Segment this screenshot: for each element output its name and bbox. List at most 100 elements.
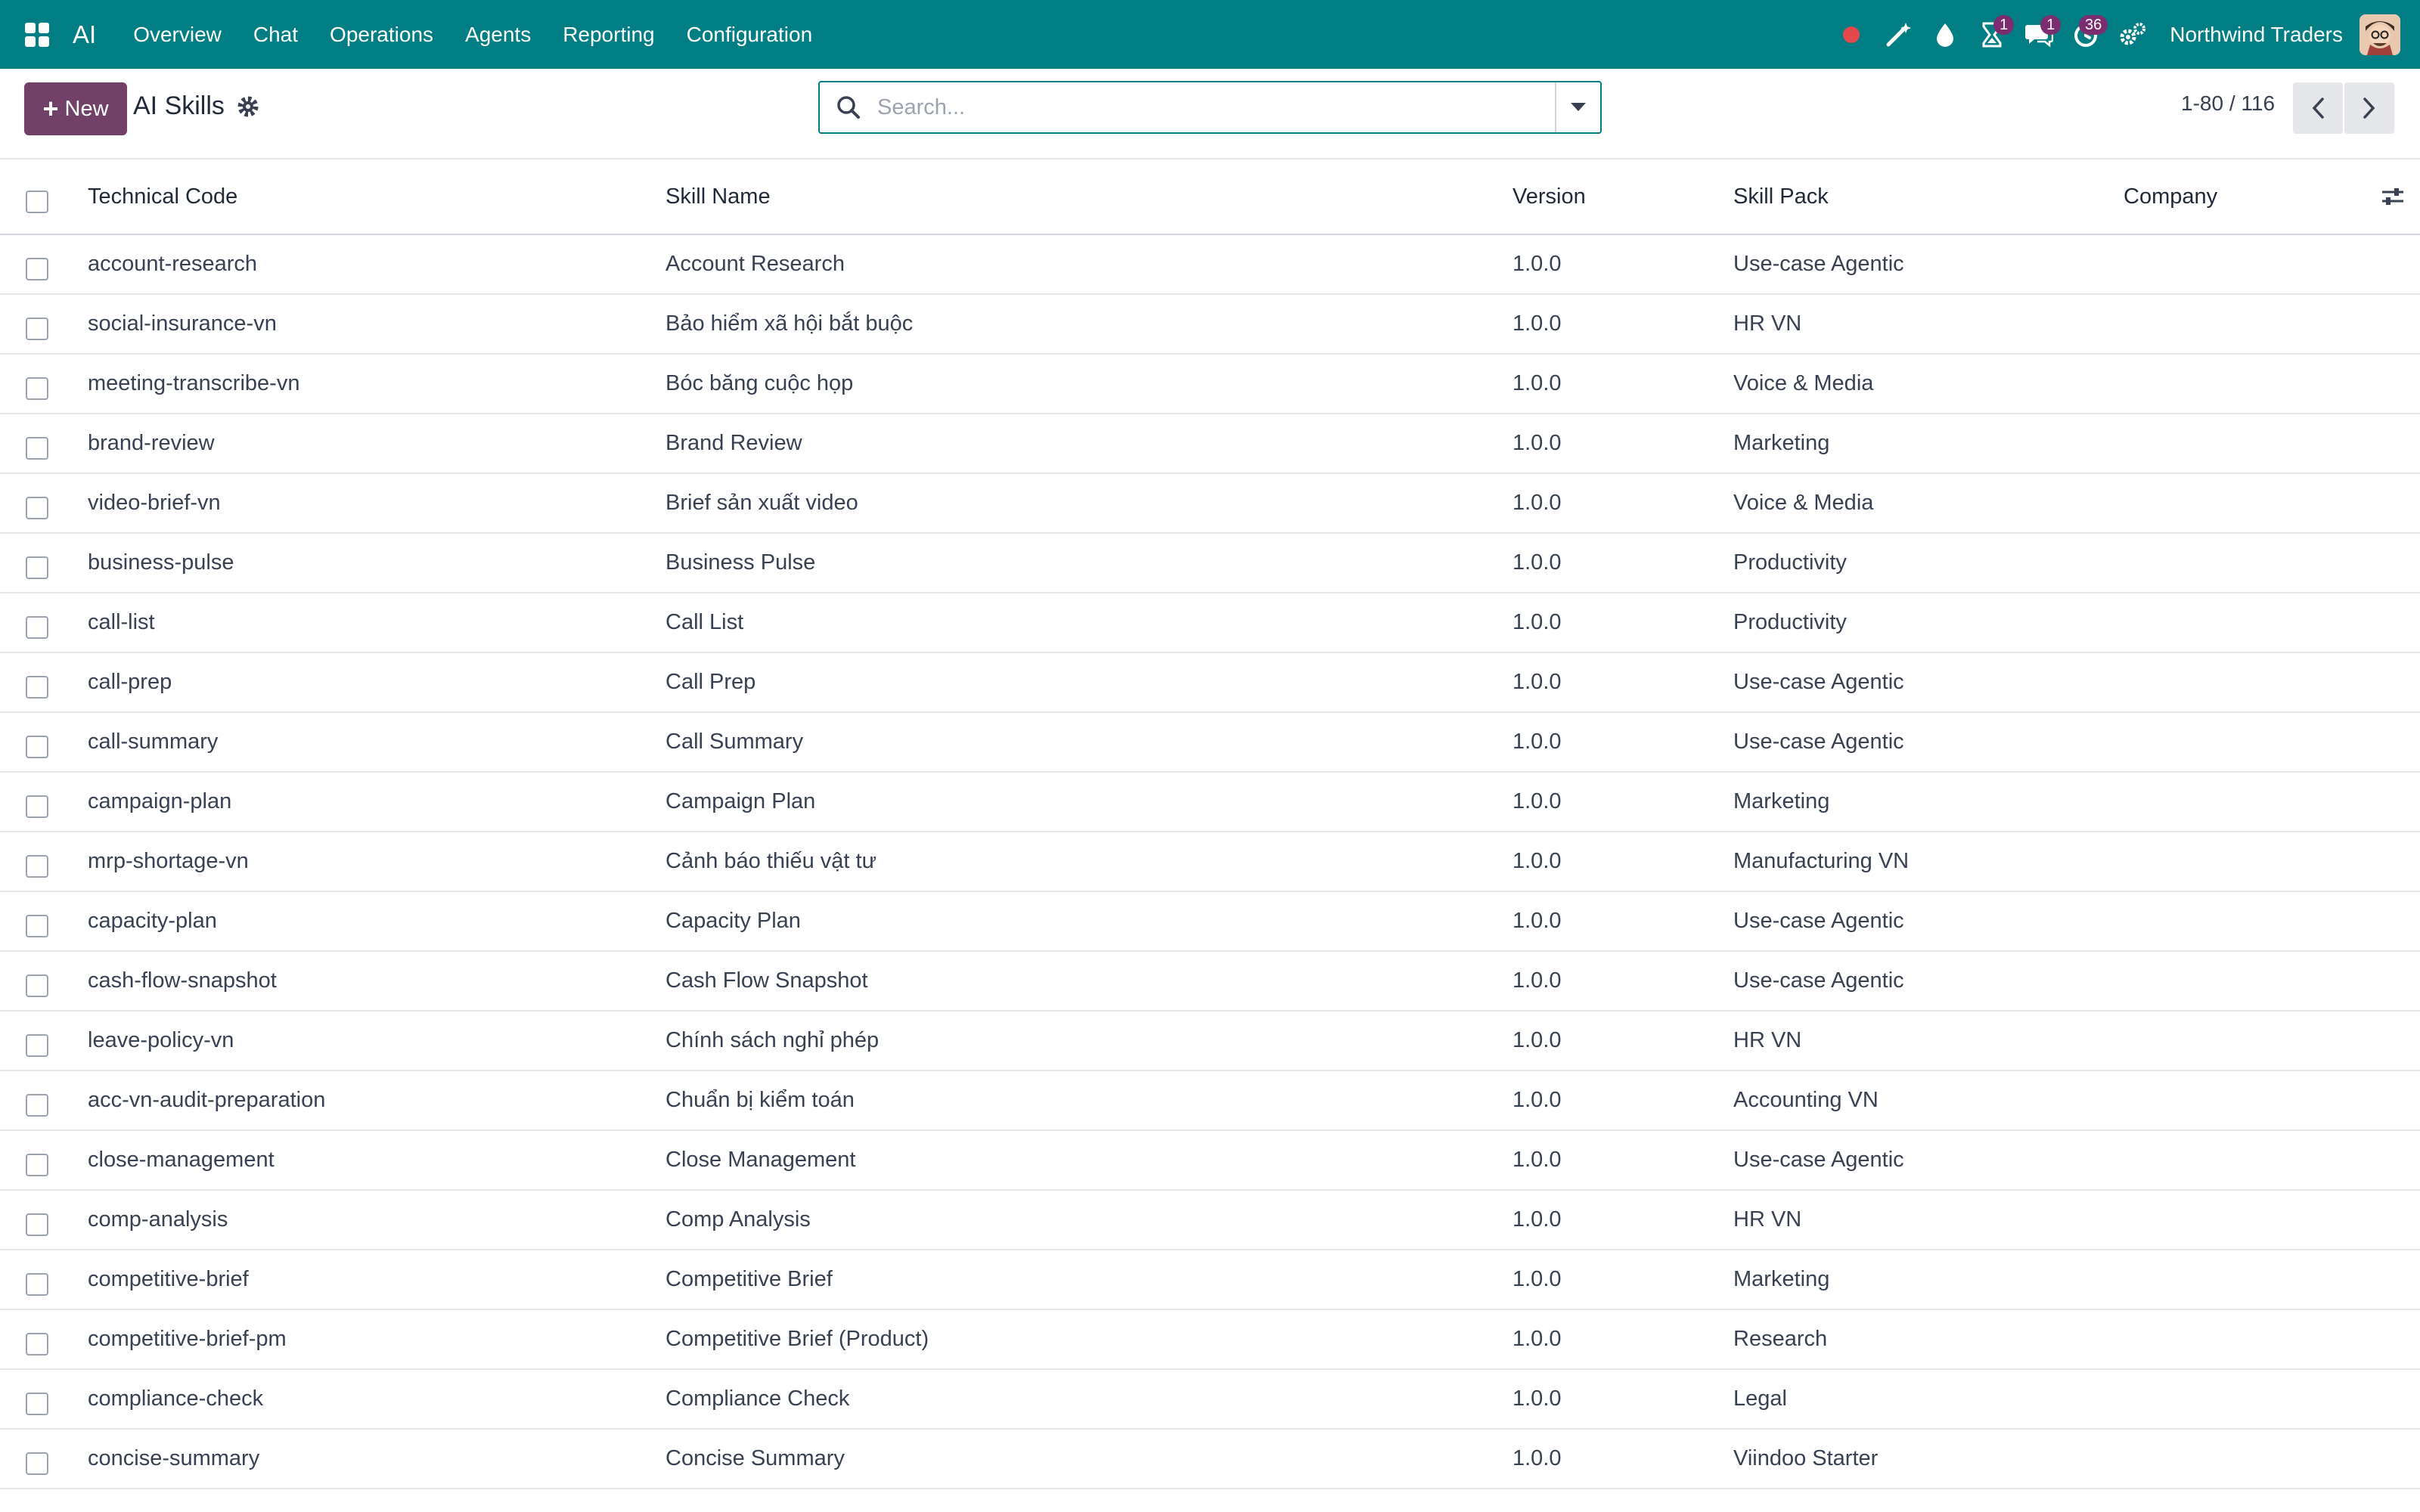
row-checkbox[interactable] xyxy=(26,317,48,340)
table-row[interactable]: competitive-brief-pm Competitive Brief (P… xyxy=(0,1310,2420,1370)
row-checkbox[interactable] xyxy=(26,1153,48,1176)
activities-hourglass-icon[interactable]: 1 xyxy=(1969,12,2015,57)
cell-skill-pack: Use-case Agentic xyxy=(1733,730,1904,754)
table-row[interactable]: compliance-check Compliance Check 1.0.0 Leg… xyxy=(0,1370,2420,1430)
cell-technical-code: brand-review xyxy=(88,431,215,455)
apps-menu-icon[interactable] xyxy=(18,16,56,54)
row-checkbox[interactable] xyxy=(26,1213,48,1236)
cell-skill-pack: Manufacturing VN xyxy=(1733,849,1910,873)
main-menu: Overview Chat Operations Agents Reportin… xyxy=(117,23,828,47)
row-checkbox[interactable] xyxy=(26,1272,48,1296)
table-row[interactable]: meeting-transcribe-vn Bóc băng cuộc họp 1.… xyxy=(0,355,2420,414)
cell-skill-pack: HR VN xyxy=(1733,311,1802,336)
cell-skill-pack: Voice & Media xyxy=(1733,491,1874,515)
menu-item-chat[interactable]: Chat xyxy=(237,23,314,47)
cell-technical-code: social-insurance-vn xyxy=(88,311,277,336)
table-row[interactable]: leave-policy-vn Chính sách nghỉ phép 1.0.0… xyxy=(0,1012,2420,1071)
cell-skill-name: Chính sách nghỉ phép xyxy=(666,1028,880,1052)
drop-icon[interactable] xyxy=(1922,12,1969,57)
cell-technical-code: close-management xyxy=(88,1148,275,1172)
row-checkbox[interactable] xyxy=(26,735,48,758)
control-panel: + New AI Skills 1-80 / 116 xyxy=(0,69,2420,160)
row-checkbox[interactable] xyxy=(26,1452,48,1475)
row-checkbox[interactable] xyxy=(26,615,48,639)
page-title: AI Skills xyxy=(133,91,225,120)
row-checkbox[interactable] xyxy=(26,1332,48,1356)
row-checkbox[interactable] xyxy=(26,1093,48,1117)
magic-wand-icon[interactable] xyxy=(1875,12,1922,57)
table-row[interactable]: comp-analysis Comp Analysis 1.0.0 HR VN xyxy=(0,1191,2420,1250)
cell-version: 1.0.0 xyxy=(1512,371,1562,395)
app-brand[interactable]: AI xyxy=(73,20,96,49)
user-avatar[interactable] xyxy=(2360,14,2400,55)
row-checkbox[interactable] xyxy=(26,795,48,818)
row-checkbox[interactable] xyxy=(26,974,48,997)
cell-skill-pack: Productivity xyxy=(1733,550,1847,575)
cell-version: 1.0.0 xyxy=(1512,1446,1562,1470)
cell-skill-pack: Viindoo Starter xyxy=(1733,1446,1879,1470)
cell-skill-name: Comp Analysis xyxy=(666,1207,811,1232)
cell-skill-pack: HR VN xyxy=(1733,1028,1802,1052)
gear-icon[interactable] xyxy=(236,94,260,119)
table-row[interactable]: mrp-shortage-vn Cảnh báo thiếu vật tư 1.0.… xyxy=(0,832,2420,892)
row-checkbox[interactable] xyxy=(26,1033,48,1057)
recording-dot-icon[interactable] xyxy=(1828,12,1875,57)
row-checkbox[interactable] xyxy=(26,257,48,280)
table-row[interactable]: competitive-brief Competitive Brief 1.0.0 M… xyxy=(0,1250,2420,1310)
cell-skill-name: Close Management xyxy=(666,1148,856,1172)
optional-columns-sliders-icon[interactable] xyxy=(2381,160,2405,234)
search-options-toggle[interactable] xyxy=(1555,82,1600,132)
cell-version: 1.0.0 xyxy=(1512,311,1562,336)
table-header: Technical Code Skill Name Version Skill … xyxy=(0,160,2420,235)
settings-gears-icon[interactable] xyxy=(2109,12,2156,57)
cell-skill-name: Call Summary xyxy=(666,730,804,754)
column-header-technical-code[interactable]: Technical Code xyxy=(88,160,237,234)
timer-icon[interactable]: 36 xyxy=(2062,12,2109,57)
pager-value[interactable]: 1-80 / 116 xyxy=(2181,91,2275,116)
row-checkbox[interactable] xyxy=(26,914,48,937)
select-all-checkbox[interactable] xyxy=(26,191,48,213)
row-checkbox[interactable] xyxy=(26,376,48,400)
row-checkbox[interactable] xyxy=(26,1392,48,1415)
menu-item-operations[interactable]: Operations xyxy=(314,23,449,47)
table-row[interactable]: call-prep Call Prep 1.0.0 Use-case Agentic xyxy=(0,653,2420,713)
messages-icon[interactable]: 1 xyxy=(2015,12,2062,57)
table-row[interactable]: brand-review Brand Review 1.0.0 Marketing xyxy=(0,414,2420,474)
menu-item-configuration[interactable]: Configuration xyxy=(671,23,829,47)
table-row[interactable]: social-insurance-vn Bảo hiểm xã hội bắt b… xyxy=(0,295,2420,355)
cell-technical-code: capacity-plan xyxy=(88,909,217,933)
row-checkbox[interactable] xyxy=(26,556,48,579)
cell-skill-pack: Use-case Agentic xyxy=(1733,1148,1904,1172)
column-header-version[interactable]: Version xyxy=(1512,160,1586,234)
table-row[interactable]: video-brief-vn Brief sản xuất video 1.0.0 V… xyxy=(0,474,2420,534)
cell-skill-name: Campaign Plan xyxy=(666,789,816,813)
company-switcher[interactable]: Northwind Traders xyxy=(2170,23,2343,47)
table-row[interactable]: cash-flow-snapshot Cash Flow Snapshot 1.0.… xyxy=(0,952,2420,1012)
cell-skill-pack: Marketing xyxy=(1733,1267,1830,1291)
row-checkbox[interactable] xyxy=(26,436,48,460)
menu-item-overview[interactable]: Overview xyxy=(117,23,237,47)
column-header-skill-name[interactable]: Skill Name xyxy=(666,160,771,234)
table-row[interactable]: business-pulse Business Pulse 1.0.0 Product… xyxy=(0,534,2420,593)
cell-version: 1.0.0 xyxy=(1512,1387,1562,1411)
column-header-company[interactable]: Company xyxy=(2124,160,2217,234)
search-input[interactable] xyxy=(862,82,1555,132)
table-row[interactable]: concise-summary Concise Summary 1.0.0 Viind… xyxy=(0,1430,2420,1489)
new-button[interactable]: + New xyxy=(24,82,127,135)
menu-item-agents[interactable]: Agents xyxy=(449,23,547,47)
table-row[interactable]: close-management Close Management 1.0.0 Use… xyxy=(0,1131,2420,1191)
row-checkbox[interactable] xyxy=(26,854,48,878)
timer-badge: 36 xyxy=(2078,14,2108,35)
table-row[interactable]: account-research Account Research 1.0.0 Use… xyxy=(0,235,2420,295)
table-row[interactable]: capacity-plan Capacity Plan 1.0.0 Use-case … xyxy=(0,892,2420,952)
table-row[interactable]: call-list Call List 1.0.0 Productivity xyxy=(0,593,2420,653)
column-header-skill-pack[interactable]: Skill Pack xyxy=(1733,160,1829,234)
pager-next-button[interactable] xyxy=(2344,82,2394,134)
menu-item-reporting[interactable]: Reporting xyxy=(547,23,670,47)
row-checkbox[interactable] xyxy=(26,496,48,519)
table-row[interactable]: call-summary Call Summary 1.0.0 Use-case Ag… xyxy=(0,713,2420,773)
row-checkbox[interactable] xyxy=(26,675,48,699)
table-row[interactable]: campaign-plan Campaign Plan 1.0.0 Marketing xyxy=(0,773,2420,832)
pager-previous-button[interactable] xyxy=(2293,82,2343,134)
table-row[interactable]: acc-vn-audit-preparation Chuẩn bị kiểm to… xyxy=(0,1071,2420,1131)
